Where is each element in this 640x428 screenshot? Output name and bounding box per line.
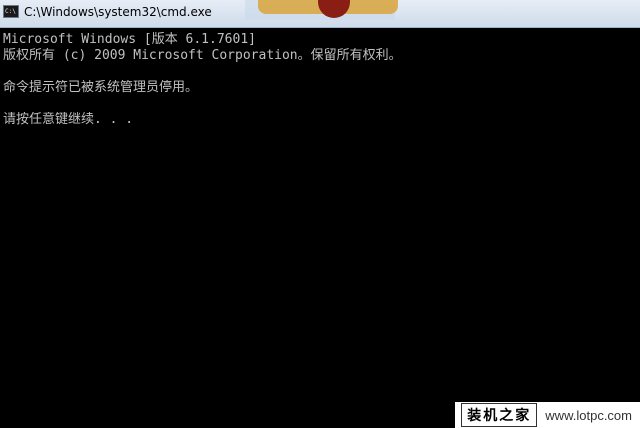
console-line-copyright: 版权所有 (c) 2009 Microsoft Corporation。保留所有…	[3, 48, 402, 63]
title-bar[interactable]: C:\ C:\Windows\system32\cmd.exe	[0, 0, 640, 28]
console-line-press-any-key: 请按任意键继续. . .	[3, 112, 134, 127]
cmd-console-icon[interactable]: C:\	[3, 5, 19, 18]
watermark-logo: 装机之家	[461, 403, 538, 427]
watermark: 装机之家 www.lotpc.com	[455, 402, 640, 428]
window-title: C:\Windows\system32\cmd.exe	[24, 5, 212, 19]
console-line-version: Microsoft Windows [版本 6.1.7601]	[3, 32, 256, 47]
watermark-url: www.lotpc.com	[545, 407, 632, 423]
console-output[interactable]: Microsoft Windows [版本 6.1.7601] 版权所有 (c)…	[0, 28, 640, 428]
cmd-window: C:\ C:\Windows\system32\cmd.exe Microsof…	[0, 0, 640, 428]
console-line-disabled-message: 命令提示符已被系统管理员停用。	[3, 80, 199, 95]
